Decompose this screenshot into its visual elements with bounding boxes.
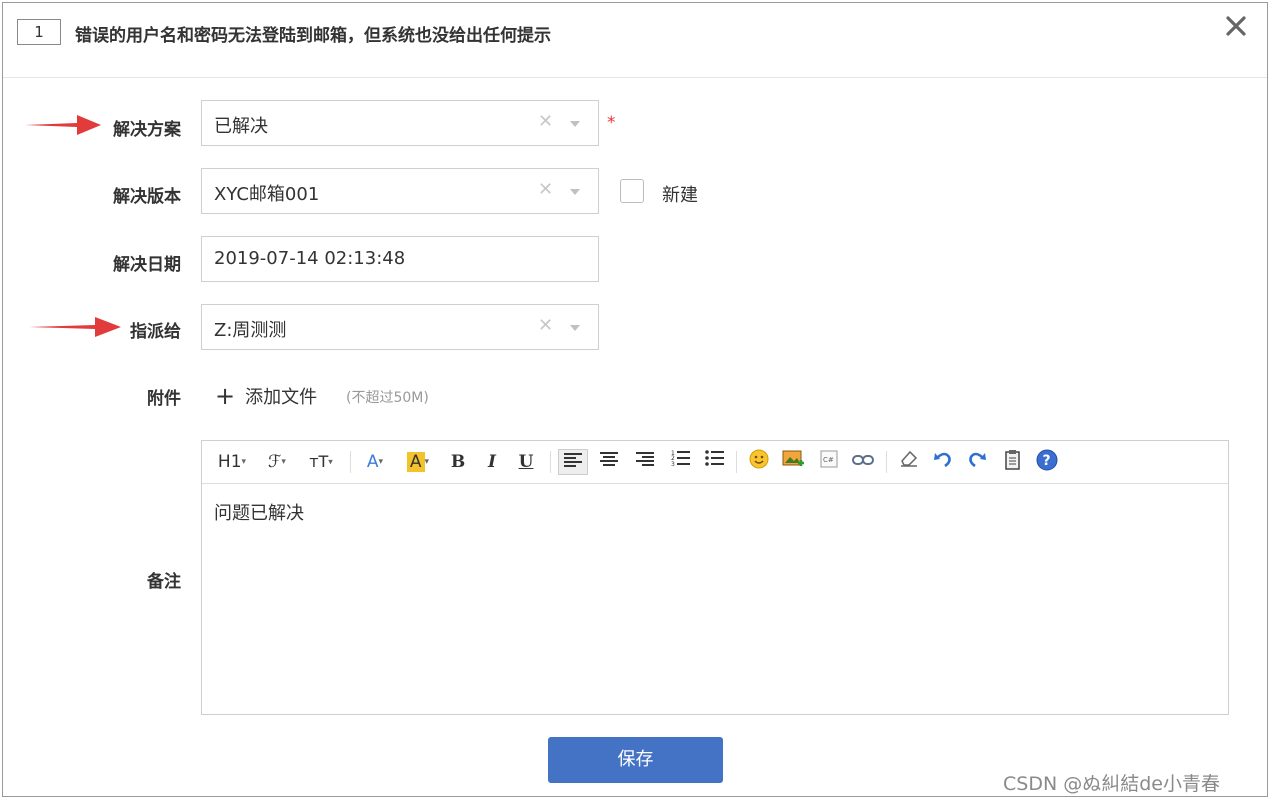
toolbar-divider xyxy=(350,451,351,473)
assign-select[interactable]: Z:周测测 ✕ xyxy=(201,304,599,350)
heading-button[interactable]: H1▾ xyxy=(214,449,250,475)
underline-button[interactable]: U xyxy=(514,449,538,475)
assign-value: Z:周测测 xyxy=(214,320,287,341)
attachment-label: 附件 xyxy=(147,389,181,409)
resolution-select[interactable]: 已解决 ✕ xyxy=(201,100,599,146)
paste-icon[interactable] xyxy=(998,449,1028,475)
file-size-limit: (不超过50M) xyxy=(346,390,429,406)
editor-toolbar: H1▾ ℱ▾ тT▾ A▾ A ▾ B I U 123 C# ? xyxy=(202,441,1228,484)
build-value: XYC邮箱001 xyxy=(214,184,320,205)
align-left-icon[interactable] xyxy=(558,449,588,475)
clear-icon[interactable]: ✕ xyxy=(538,179,553,200)
notes-label: 备注 xyxy=(147,572,181,592)
undo-icon[interactable] xyxy=(928,449,958,475)
chevron-down-icon[interactable] xyxy=(570,121,580,127)
eraser-icon[interactable] xyxy=(894,449,924,475)
required-mark: * xyxy=(607,113,616,133)
toolbar-divider xyxy=(736,451,737,473)
redo-icon[interactable] xyxy=(962,449,992,475)
bullet-list-icon[interactable] xyxy=(700,449,730,475)
assign-label: 指派给 xyxy=(130,322,181,342)
resolution-label: 解决方案 xyxy=(113,120,181,140)
align-right-icon[interactable] xyxy=(630,449,660,475)
svg-text:?: ? xyxy=(1043,453,1051,469)
background-color-button[interactable]: A ▾ xyxy=(400,449,436,475)
align-center-icon[interactable] xyxy=(594,449,624,475)
link-icon[interactable] xyxy=(848,449,878,475)
help-icon[interactable]: ? xyxy=(1032,449,1062,475)
bug-id-badge: 1 xyxy=(17,19,61,45)
code-icon[interactable]: C# xyxy=(814,449,844,475)
new-build-checkbox[interactable] xyxy=(620,179,644,203)
bug-resolve-dialog: 1 错误的用户名和密码无法登陆到邮箱，但系统也没给出任何提示 解决方案 已解决 … xyxy=(2,2,1268,797)
plus-icon: + xyxy=(215,382,236,410)
svg-text:3: 3 xyxy=(671,461,675,467)
image-icon[interactable] xyxy=(778,449,808,475)
emoji-icon[interactable] xyxy=(744,449,774,475)
watermark: CSDN @ぬ糾結de小青春 xyxy=(1003,773,1220,795)
notes-editor[interactable]: H1▾ ℱ▾ тT▾ A▾ A ▾ B I U 123 C# ? 问题已解决 xyxy=(201,440,1229,715)
chevron-down-icon[interactable] xyxy=(570,325,580,331)
svg-text:C#: C# xyxy=(823,456,834,464)
save-button[interactable]: 保存 xyxy=(548,737,723,783)
date-label: 解决日期 xyxy=(113,255,181,275)
date-input[interactable]: 2019-07-14 02:13:48 xyxy=(201,236,599,282)
dialog-header: 1 错误的用户名和密码无法登陆到邮箱，但系统也没给出任何提示 xyxy=(3,3,1267,78)
font-color-button[interactable]: A▾ xyxy=(360,449,390,475)
chevron-down-icon[interactable] xyxy=(570,189,580,195)
resolution-value: 已解决 xyxy=(214,116,268,137)
notes-content: 问题已解决 xyxy=(214,503,304,524)
italic-button[interactable]: I xyxy=(480,449,504,475)
font-size-button[interactable]: тT▾ xyxy=(304,449,338,475)
add-file-button[interactable]: + 添加文件 xyxy=(215,383,317,409)
toolbar-divider xyxy=(550,451,551,473)
close-icon[interactable] xyxy=(1221,11,1251,41)
clear-icon[interactable]: ✕ xyxy=(538,111,553,132)
clear-icon[interactable]: ✕ xyxy=(538,315,553,336)
bold-button[interactable]: B xyxy=(446,449,470,475)
add-file-label: 添加文件 xyxy=(245,387,318,408)
build-select[interactable]: XYC邮箱001 ✕ xyxy=(201,168,599,214)
dialog-title: 错误的用户名和密码无法登陆到邮箱，但系统也没给出任何提示 xyxy=(75,26,551,46)
new-build-label: 新建 xyxy=(662,185,698,206)
toolbar-divider xyxy=(886,451,887,473)
font-family-button[interactable]: ℱ▾ xyxy=(262,449,292,475)
ordered-list-icon[interactable]: 123 xyxy=(666,449,696,475)
build-label: 解决版本 xyxy=(113,187,181,207)
date-value: 2019-07-14 02:13:48 xyxy=(214,248,406,269)
